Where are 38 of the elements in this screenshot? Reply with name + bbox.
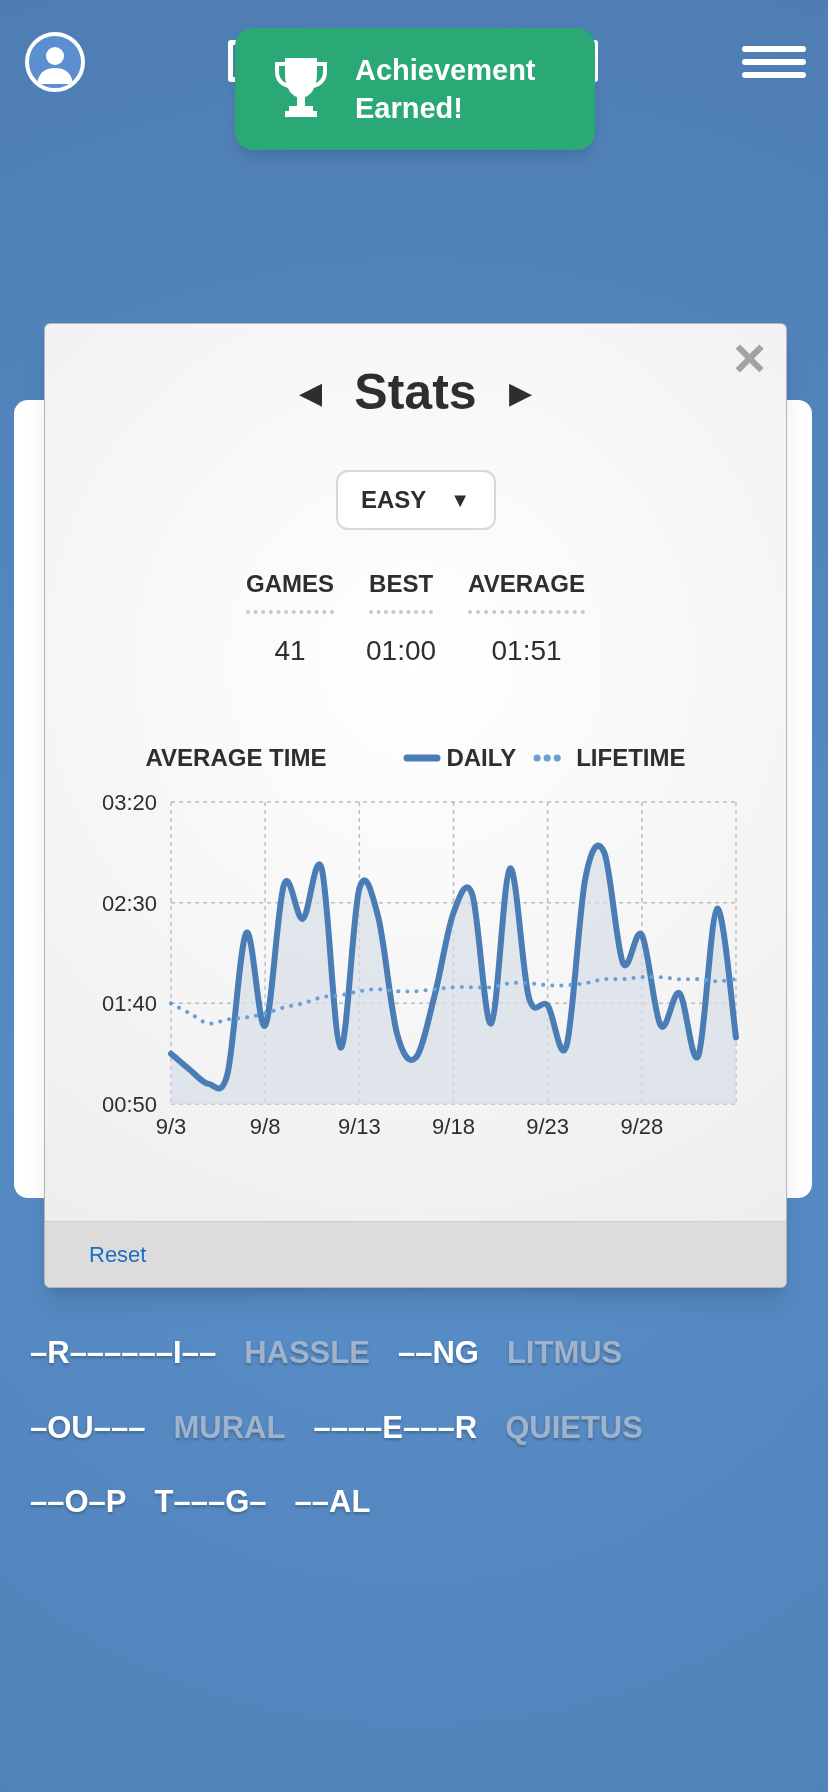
x-axis-label: 9/13	[337, 1114, 381, 1139]
y-axis-label: 02:30	[101, 890, 157, 916]
word-pattern: –OU–––	[30, 1408, 146, 1447]
x-axis-label: 9/18	[431, 1114, 475, 1139]
stat-label: GAMES	[246, 566, 334, 614]
word-pattern: T–––G–	[154, 1483, 267, 1521]
y-axis-label: 03:20	[101, 790, 157, 815]
avatar-icon[interactable]	[25, 32, 85, 92]
stat-label: AVERAGE	[468, 566, 585, 614]
word-pattern: ––––E–––R	[313, 1408, 478, 1447]
stat-label: BEST	[369, 566, 434, 614]
word-pattern: ––O–P	[30, 1483, 127, 1521]
solved-word: QUIETUS	[505, 1408, 643, 1447]
menu-icon[interactable]	[742, 46, 806, 78]
chart-title: AVERAGE TIME	[145, 743, 327, 773]
reset-link[interactable]: Reset	[89, 1238, 147, 1271]
word-pattern: –R––––––I––	[30, 1334, 217, 1372]
stat-value: 01:00	[366, 634, 437, 668]
x-axis-label: 9/23	[525, 1114, 569, 1139]
solved-word: MURAL	[173, 1408, 286, 1447]
x-axis-label: 9/8	[249, 1114, 280, 1139]
difficulty-dropdown[interactable]: EASY ▼	[335, 470, 496, 530]
solved-word: LITMUS	[506, 1334, 623, 1372]
stat-value: 41	[274, 634, 306, 668]
toast-title: Achievement Earned!	[355, 53, 537, 126]
word-pattern: ––AL	[294, 1483, 371, 1521]
x-axis-label: 9/3	[155, 1114, 186, 1139]
stat-value: 01:51	[491, 634, 562, 668]
legend-label: LIFETIME	[576, 743, 686, 773]
legend-label: DAILY	[446, 743, 517, 773]
y-axis-label: 00:50	[101, 1092, 157, 1117]
next-button[interactable]: ▶	[508, 369, 532, 415]
y-axis-label: 01:40	[101, 991, 157, 1017]
solved-word: HASSLE	[244, 1334, 370, 1372]
previous-button[interactable]: ◀	[299, 369, 323, 415]
word-pattern: ––NG	[397, 1334, 479, 1372]
modal-title: Stats	[354, 363, 477, 422]
x-axis-label: 9/28	[619, 1114, 663, 1139]
